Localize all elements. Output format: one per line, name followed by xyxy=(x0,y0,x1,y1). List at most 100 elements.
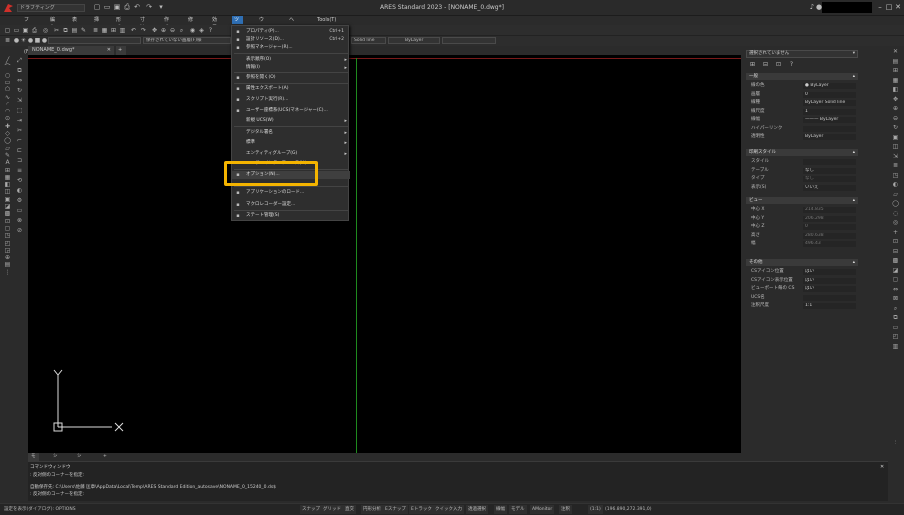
maximize-button[interactable]: □ xyxy=(885,3,893,12)
linetype-dropdown[interactable]: Solid line xyxy=(351,37,386,44)
property-value[interactable]: はい xyxy=(803,277,856,284)
modify-tool-icon[interactable]: ⤢ xyxy=(16,57,23,64)
right-tool-icon[interactable]: ⇔ xyxy=(892,286,899,293)
right-tool-icon[interactable]: ▦ xyxy=(892,77,899,84)
close-icon[interactable]: ✕ xyxy=(107,46,111,55)
menu-tools[interactable]: ツール(T) xyxy=(232,16,243,47)
property-value[interactable]: 0 xyxy=(803,224,856,230)
layer-lock-icon[interactable]: ● xyxy=(27,37,34,44)
toggle-pickadd-icon[interactable]: ⊡ xyxy=(775,61,782,68)
chevron-down-icon[interactable]: ▾ xyxy=(157,3,165,11)
block-icon[interactable]: ▦ xyxy=(101,27,108,34)
property-value[interactable]: はい xyxy=(803,286,856,292)
selection-dropdown[interactable]: 選択されていません ▾ xyxy=(746,50,858,58)
modify-tool-icon[interactable]: ⇔ xyxy=(16,77,23,84)
right-tool-icon[interactable]: ⊕ xyxy=(892,105,899,112)
minimize-button[interactable]: – xyxy=(876,3,884,12)
paste-icon[interactable]: ▤ xyxy=(71,27,78,34)
tab-noname-0[interactable]: NONAME_0.dwg* ✕ xyxy=(28,46,114,55)
table-icon[interactable]: ▥ xyxy=(119,27,126,34)
draw-tool-icon[interactable]: ◳ xyxy=(4,232,11,239)
right-tool-icon[interactable]: ◎ xyxy=(892,219,899,226)
property-value[interactable]: 1:1 xyxy=(803,303,856,309)
new-file-icon[interactable]: ▢ xyxy=(93,3,101,11)
property-value[interactable]: いいえ xyxy=(803,184,856,191)
status-toggle-button[interactable]: グリッド xyxy=(321,505,343,514)
redo-icon[interactable]: ↷ xyxy=(140,27,147,34)
menu-effects[interactable]: 効果(E) xyxy=(212,16,219,39)
right-tool-icon[interactable]: ⊟ xyxy=(892,248,899,255)
tab-sheet2[interactable]: シート2 xyxy=(74,453,85,483)
property-value[interactable]: ByLayer Solid line xyxy=(803,100,856,106)
right-tool-icon[interactable]: ◪ xyxy=(892,267,899,274)
right-tool-icon[interactable]: ◧ xyxy=(892,86,899,93)
modify-tool-icon[interactable]: ≡ xyxy=(16,167,23,174)
right-tool-icon[interactable]: ◫ xyxy=(892,143,899,150)
copy-icon[interactable]: ⧉ xyxy=(62,27,69,34)
property-value[interactable]: ByLayer xyxy=(803,134,856,140)
redo-icon[interactable]: ↷ xyxy=(145,3,153,11)
pan-icon[interactable]: ✥ xyxy=(151,27,158,34)
tools-menu-item[interactable]: ▪ 参照マネージャー(R)... xyxy=(232,44,350,52)
draw-tool-icon[interactable]: ◜ xyxy=(4,101,11,108)
new-tab-button[interactable]: + xyxy=(116,46,126,55)
right-tool-icon[interactable]: ✕ xyxy=(892,48,899,55)
modify-tool-icon[interactable]: ⌐ xyxy=(16,137,23,144)
right-tool-icon[interactable]: ✥ xyxy=(892,96,899,103)
help-icon[interactable]: ? xyxy=(788,61,795,68)
draw-tool-icon[interactable]: ∿ xyxy=(4,94,11,101)
modify-tool-icon[interactable]: ⇲ xyxy=(16,97,23,104)
right-tool-icon[interactable]: ⊞ xyxy=(892,67,899,74)
tools-menu-item[interactable]: 情報(I) ▸ xyxy=(232,64,350,72)
modify-tool-icon[interactable]: ⟲ xyxy=(16,177,23,184)
tools-menu-item[interactable]: ▪ 設計リソース(D)... Ctrl+2 xyxy=(232,36,350,44)
draw-tool-icon[interactable]: ▣ xyxy=(4,196,11,203)
draw-tool-icon[interactable]: ▭ xyxy=(4,79,11,86)
right-tool-icon[interactable]: ◐ xyxy=(892,181,899,188)
property-value[interactable]: 206.298 xyxy=(803,215,856,222)
right-tool-icon[interactable]: ◌ xyxy=(892,210,899,217)
property-value[interactable]: 0 xyxy=(803,91,856,98)
layer-print-icon[interactable]: ● xyxy=(41,37,48,44)
tools-menu-item[interactable]: ▪ アプリケーションのロード... xyxy=(232,189,350,197)
draw-tool-icon[interactable]: ⋮ xyxy=(4,269,11,276)
property-value[interactable]: はい xyxy=(803,269,856,275)
property-value[interactable]: 496.43 xyxy=(803,241,856,247)
open-icon[interactable]: ▭ xyxy=(13,27,20,34)
property-value[interactable]: なし xyxy=(803,167,856,174)
tools-menu-item[interactable]: ▪ 属性エクスポート(A) xyxy=(232,85,350,93)
menu-help[interactable]: ヘルプ(H) xyxy=(289,16,297,47)
open-file-icon[interactable]: ▭ xyxy=(103,3,111,11)
menu-edit[interactable]: 編集(E) xyxy=(50,16,57,39)
right-tool-icon[interactable]: ↻ xyxy=(892,124,899,131)
draw-tool-icon[interactable]: ○ xyxy=(4,72,11,79)
draw-tool-icon[interactable]: ▦ xyxy=(4,174,11,181)
draw-tool-icon[interactable]: ◰ xyxy=(4,240,11,247)
status-toggle-button[interactable]: スナップ xyxy=(300,505,322,514)
property-value[interactable] xyxy=(803,294,856,301)
draw-tool-icon[interactable]: A xyxy=(4,159,11,166)
draw-tool-icon[interactable]: ✚ xyxy=(4,123,11,130)
zoom-extents-icon[interactable]: ⌕ xyxy=(178,27,185,34)
draw-tool-icon[interactable]: ⬠ xyxy=(4,86,11,93)
right-tool-icon[interactable]: ⊡ xyxy=(892,238,899,245)
right-tool-icon[interactable]: ▥ xyxy=(892,343,899,350)
status-toggle-button[interactable]: モデル xyxy=(509,505,527,514)
right-tool-icon[interactable]: + xyxy=(892,229,899,236)
draw-tool-icon[interactable]: ⊞ xyxy=(4,167,11,174)
draw-tool-icon[interactable]: ▱ xyxy=(4,145,11,152)
draw-tool-icon[interactable]: ⌒ xyxy=(4,64,11,71)
cut-icon[interactable]: ✂ xyxy=(53,27,60,34)
modify-tool-icon[interactable]: ⊏ xyxy=(16,147,23,154)
draw-tool-icon[interactable]: ▢ xyxy=(4,225,11,232)
right-tool-icon[interactable]: ⊠ xyxy=(892,295,899,302)
preview-icon[interactable]: ◎ xyxy=(42,27,49,34)
draw-tool-icon[interactable]: ◠ xyxy=(4,108,11,115)
modify-tool-icon[interactable]: ⚙ xyxy=(16,197,23,204)
status-toggle-button[interactable]: 注釈 xyxy=(559,505,572,514)
status-toggle-button[interactable]: Eスナップ xyxy=(383,505,408,514)
drawing-canvas[interactable] xyxy=(28,55,741,453)
right-tool-icon[interactable]: ▣ xyxy=(892,134,899,141)
menu-dimension[interactable]: 寸法(N) xyxy=(140,16,148,39)
draw-tool-icon[interactable]: ◪ xyxy=(4,203,11,210)
